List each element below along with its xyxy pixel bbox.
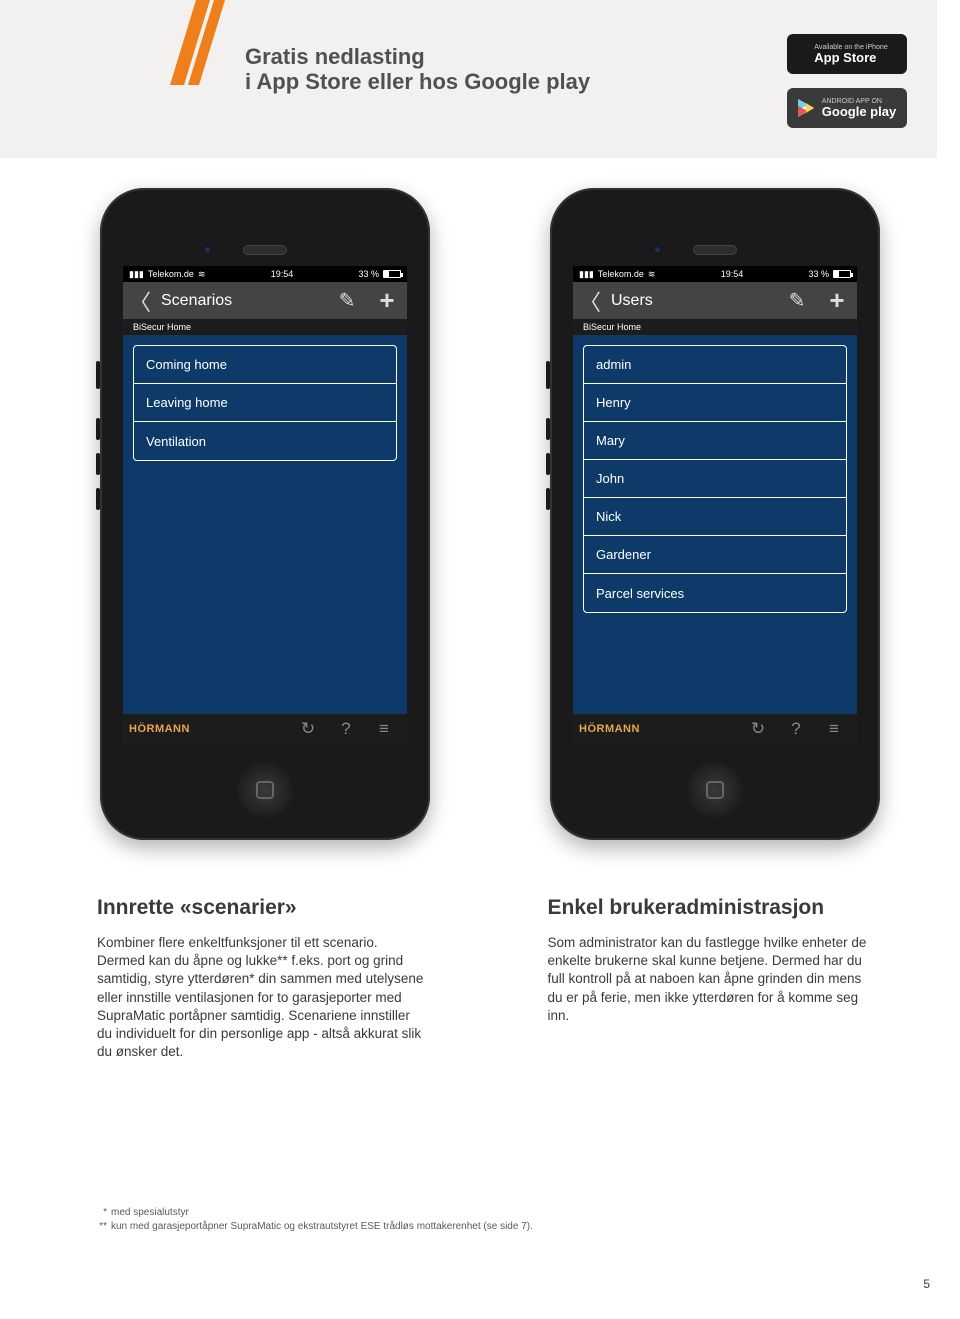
column-body-users: Som administrator kan du fastlegge hvilk…: [548, 934, 879, 1025]
refresh-icon: ↻: [751, 719, 765, 739]
column-heading-users: Enkel brukeradministrasjon: [548, 896, 879, 920]
menu-icon: ≡: [379, 719, 389, 739]
back-button[interactable]: 〈: [123, 282, 157, 319]
column-heading-scenarios: Innrette «scenarier»: [97, 896, 428, 920]
list-item[interactable]: Parcel services: [584, 574, 846, 612]
menu-button[interactable]: ≡: [367, 717, 401, 741]
scenario-list: Coming home Leaving home Ventilation: [133, 345, 397, 461]
help-icon: ?: [791, 719, 800, 739]
help-icon: ?: [341, 719, 350, 739]
refresh-button[interactable]: ↻: [741, 717, 775, 741]
list-item[interactable]: Gardener: [584, 536, 846, 574]
header-title: Gratis nedlasting i App Store eller hos …: [245, 44, 590, 95]
menu-icon: ≡: [829, 719, 839, 739]
battery-icon: [383, 270, 401, 278]
footnote-text: med spesialutstyr: [111, 1206, 189, 1220]
refresh-icon: ↻: [301, 719, 315, 739]
plus-icon: +: [829, 285, 844, 316]
brand-slash-graphic: [170, 0, 225, 85]
wifi-icon: ≋: [198, 269, 206, 280]
app-store-badge[interactable]: Available on the iPhone App Store: [787, 34, 907, 74]
home-button[interactable]: [687, 762, 743, 818]
status-bar: ▮▮▮ Telekom.de ≋ 19:54 33 %: [573, 266, 857, 282]
list-item[interactable]: Leaving home: [134, 384, 396, 422]
battery-icon: [833, 270, 851, 278]
brand-logo: HÖRMANN: [129, 723, 190, 735]
pencil-icon: ✎: [789, 288, 806, 313]
list-item[interactable]: admin: [584, 346, 846, 384]
page-number: 5: [923, 1277, 930, 1291]
phone-mockup-users: ▮▮▮ Telekom.de ≋ 19:54 33 % 〈 Users: [550, 188, 880, 840]
add-button[interactable]: +: [817, 282, 857, 319]
app-store-big: App Store: [814, 51, 887, 64]
list-item[interactable]: Coming home: [134, 346, 396, 384]
status-bar: ▮▮▮ Telekom.de ≋ 19:54 33 %: [123, 266, 407, 282]
battery-percent: 33 %: [358, 269, 379, 279]
list-item[interactable]: Henry: [584, 384, 846, 422]
google-play-big: Google play: [822, 105, 896, 118]
users-list: admin Henry Mary John Nick Gardener Parc…: [583, 345, 847, 613]
header-title-line2: i App Store eller hos Google play: [245, 69, 590, 94]
add-button[interactable]: +: [367, 282, 407, 319]
footnotes: * med spesialutstyr ** kun med garasjepo…: [97, 1206, 533, 1233]
edit-button[interactable]: ✎: [327, 282, 367, 319]
list-item[interactable]: John: [584, 460, 846, 498]
nav-title: Scenarios: [161, 292, 232, 310]
help-button[interactable]: ?: [329, 717, 363, 741]
help-button[interactable]: ?: [779, 717, 813, 741]
footnote-mark: **: [97, 1220, 111, 1234]
pencil-icon: ✎: [339, 288, 356, 313]
nav-title: Users: [611, 292, 653, 310]
signal-icon: ▮▮▮: [129, 269, 144, 280]
sub-header: BiSecur Home: [123, 319, 407, 335]
wifi-icon: ≋: [648, 269, 656, 280]
back-button[interactable]: 〈: [573, 282, 607, 319]
carrier-label: Telekom.de: [598, 269, 644, 279]
google-play-icon: [798, 99, 814, 117]
menu-button[interactable]: ≡: [817, 717, 851, 741]
list-item[interactable]: Mary: [584, 422, 846, 460]
sub-header: BiSecur Home: [573, 319, 857, 335]
footnote-text: kun med garasjeportåpner SupraMatic og e…: [111, 1220, 533, 1234]
plus-icon: +: [379, 285, 394, 316]
chevron-left-icon: 〈: [579, 285, 601, 317]
google-play-badge[interactable]: ANDROID APP ON Google play: [787, 88, 907, 128]
chevron-left-icon: 〈: [129, 285, 151, 317]
battery-percent: 33 %: [808, 269, 829, 279]
list-item[interactable]: Ventilation: [134, 422, 396, 460]
header-title-line1: Gratis nedlasting: [245, 44, 425, 69]
brand-logo: HÖRMANN: [579, 723, 640, 735]
edit-button[interactable]: ✎: [777, 282, 817, 319]
column-body-scenarios: Kombiner flere enkeltfunksjoner til ett …: [97, 934, 428, 1062]
carrier-label: Telekom.de: [148, 269, 194, 279]
home-button[interactable]: [237, 762, 293, 818]
clock: 19:54: [721, 269, 744, 279]
signal-icon: ▮▮▮: [579, 269, 594, 280]
list-item[interactable]: Nick: [584, 498, 846, 536]
footnote-mark: *: [97, 1206, 111, 1220]
refresh-button[interactable]: ↻: [291, 717, 325, 741]
phone-mockup-scenarios: ▮▮▮ Telekom.de ≋ 19:54 33 % 〈 Scenarios: [100, 188, 430, 840]
clock: 19:54: [271, 269, 294, 279]
